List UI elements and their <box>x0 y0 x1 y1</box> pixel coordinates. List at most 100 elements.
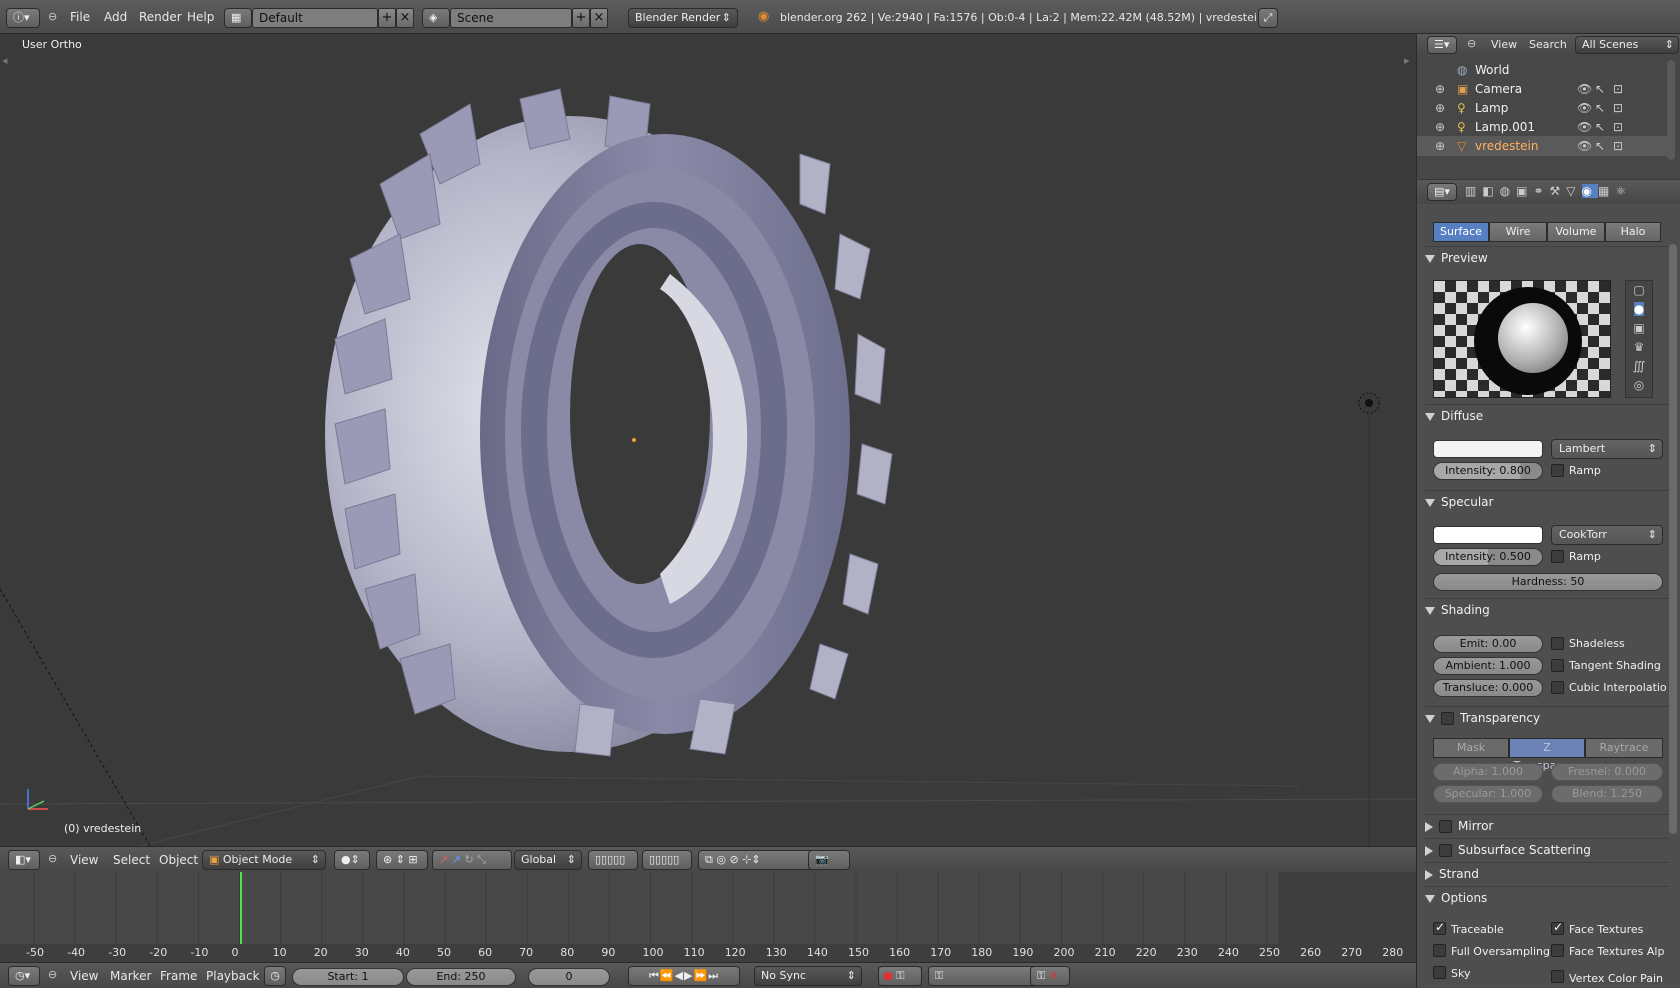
3d-viewport[interactable]: User Ortho (0) vredestein ◂ ▸ <box>0 34 1416 846</box>
transparency-specular-field[interactable]: Specular: 1.000 <box>1433 785 1543 803</box>
manipulator-buttons[interactable]: ↗ ↗ ↻ ⤡ <box>432 850 512 870</box>
menu-view[interactable]: View <box>70 853 98 867</box>
panel-mirror-header[interactable]: Mirror <box>1425 814 1669 836</box>
menu-select[interactable]: Select <box>113 853 150 867</box>
panel-strand-header[interactable]: Strand <box>1425 862 1669 884</box>
fullscreen-icon[interactable]: ⤢ <box>1258 8 1278 28</box>
visibility-eye-icon[interactable]: 👁 <box>1577 79 1592 99</box>
tab-halo[interactable]: Halo <box>1605 222 1661 242</box>
outliner-item-camera[interactable]: ⊕ ▣ Camera 👁 ↖ ⊡ <box>1417 79 1667 99</box>
traceable-checkbox[interactable] <box>1433 920 1446 935</box>
sky-checkbox[interactable] <box>1433 966 1446 979</box>
add-layout-button[interactable]: + <box>378 8 396 28</box>
emit-field[interactable]: Emit: 0.00 <box>1433 635 1543 653</box>
record-button[interactable]: ● ⚿ <box>878 966 922 986</box>
translucency-field[interactable]: Transluce: 0.000 <box>1433 679 1543 697</box>
visibility-eye-icon[interactable]: 👁 <box>1577 136 1592 156</box>
tab-volume[interactable]: Volume <box>1547 222 1605 242</box>
render-engine-select[interactable]: Blender Render ⇕ <box>628 8 738 28</box>
transparency-checkbox[interactable] <box>1441 712 1454 725</box>
ambient-field[interactable]: Ambient: 1.000 <box>1433 657 1543 675</box>
collapse-menu-icon[interactable]: ⊖ <box>48 10 57 23</box>
keying-buttons[interactable]: ⚿ ✕ <box>1030 966 1070 986</box>
menu-render[interactable]: Render <box>139 10 182 24</box>
panel-options-header[interactable]: Options <box>1425 886 1669 908</box>
display-mode-select[interactable]: All Scenes ⇕ <box>1575 36 1679 54</box>
menu-object[interactable]: Object <box>159 853 198 867</box>
alpha-field[interactable]: Alpha: 1.000 <box>1433 763 1543 781</box>
diffuse-shader-select[interactable]: Lambert ⇕ <box>1551 439 1663 459</box>
transparency-mode-z[interactable]: Z Transparenc <box>1509 738 1585 772</box>
orientation-select[interactable]: Global ⇕ <box>514 850 582 870</box>
collapse-menu-icon[interactable]: ⊖ <box>48 852 57 865</box>
toolshelf-toggle-icon[interactable]: ◂ <box>2 54 8 67</box>
mode-select[interactable]: ▣ Object Mode ⇕ <box>202 850 326 870</box>
end-frame-field[interactable]: End: 250 <box>406 968 516 986</box>
tab-surface[interactable]: Surface <box>1433 222 1489 242</box>
pivot-select[interactable]: ⊛ ⇕ ⊞ <box>376 850 428 870</box>
editor-type-outliner-button[interactable]: ☰▾ <box>1427 36 1457 54</box>
current-frame-field[interactable]: 0 <box>528 968 610 986</box>
timeline-editor[interactable]: -50 -40 -30 -20 -10 0 10 20 30 40 50 60 70 80 90 100 110… <box>0 872 1416 962</box>
sss-checkbox[interactable] <box>1439 844 1452 857</box>
outliner-item-vredestein[interactable]: ⊕ ▽ vredestein 👁 ↖ ⊡ <box>1417 136 1667 156</box>
specular-ramp-checkbox[interactable] <box>1551 550 1564 563</box>
sync-select[interactable]: No Sync ⇕ <box>754 966 862 986</box>
tangent-shading-checkbox[interactable] <box>1551 659 1564 672</box>
shadeless-checkbox[interactable] <box>1551 637 1564 650</box>
tyre-model[interactable] <box>325 88 893 757</box>
specular-shader-select[interactable]: CookTorr ⇕ <box>1551 525 1663 545</box>
specular-intensity-slider[interactable]: Intensity: 0.500 <box>1433 548 1543 566</box>
face-textures-alpha-checkbox[interactable] <box>1551 944 1564 957</box>
context-tabs[interactable]: ▥◧◍▣⚭⚒▽◉▦⚛ <box>1465 184 1679 200</box>
panel-transparency-header[interactable]: Transparency <box>1425 706 1669 728</box>
screen-layout-field[interactable]: Default <box>252 8 378 28</box>
editor-type-button[interactable]: ⓘ▾ <box>6 8 40 28</box>
visibility-eye-icon[interactable]: 👁 <box>1577 117 1592 137</box>
panel-specular-header[interactable]: Specular <box>1425 490 1669 512</box>
menu-frame[interactable]: Frame <box>160 969 197 983</box>
editor-type-3d-button[interactable]: ◧▾ <box>8 850 40 870</box>
screen-layout-icon[interactable]: ▦ <box>224 8 252 28</box>
scene-icon[interactable]: ◈ <box>422 8 450 28</box>
menu-file[interactable]: File <box>70 10 90 24</box>
layers-block-1[interactable]: ▯▯▯▯▯ <box>588 850 638 870</box>
collapse-menu-icon[interactable]: ⊖ <box>1467 37 1476 50</box>
mirror-checkbox[interactable] <box>1439 820 1452 833</box>
collapse-menu-icon[interactable]: ⊖ <box>48 968 57 981</box>
outliner-scrollbar[interactable] <box>1667 60 1675 160</box>
editor-type-properties-button[interactable]: ▤▾ <box>1427 183 1457 201</box>
transparency-mode-raytrace[interactable]: Raytrace <box>1585 738 1663 758</box>
snap-tools[interactable]: ⧉ ◎ ⊘ ⊹⇕ <box>698 850 818 870</box>
menu-search[interactable]: Search <box>1529 38 1567 51</box>
menu-marker[interactable]: Marker <box>110 969 151 983</box>
tab-wire[interactable]: Wire <box>1489 222 1547 242</box>
vertex-color-paint-checkbox[interactable] <box>1551 970 1564 983</box>
diffuse-intensity-slider[interactable]: Intensity: 0.800 <box>1433 462 1543 480</box>
panel-diffuse-header[interactable]: Diffuse <box>1425 404 1669 426</box>
outliner-item-lamp-001[interactable]: ⊕ ♀ Lamp.001 👁 ↖ ⊡ <box>1417 117 1667 137</box>
preview-type-buttons[interactable]: ▢ ● ▣ ♛ ∭ ◎ <box>1625 280 1653 398</box>
layers-block-2[interactable]: ▯▯▯▯▯ <box>642 850 692 870</box>
outliner-item-world[interactable]: ◍ World <box>1417 60 1667 80</box>
diffuse-ramp-checkbox[interactable] <box>1551 464 1564 477</box>
lamp-object-icon[interactable] <box>1358 392 1380 846</box>
face-textures-checkbox[interactable] <box>1551 920 1564 935</box>
menu-help[interactable]: Help <box>187 10 214 24</box>
cubic-interpolation-checkbox[interactable] <box>1551 681 1564 694</box>
scene-field[interactable]: Scene <box>450 8 572 28</box>
panel-shading-header[interactable]: Shading <box>1425 598 1669 620</box>
properties-scrollbar[interactable] <box>1669 244 1677 834</box>
menu-add[interactable]: Add <box>104 10 127 24</box>
add-scene-button[interactable]: + <box>572 8 590 28</box>
render-opengl-icon[interactable]: 📷 <box>808 850 850 870</box>
remove-layout-button[interactable]: × <box>396 8 414 28</box>
panel-sss-header[interactable]: Subsurface Scattering <box>1425 838 1669 860</box>
specular-color-swatch[interactable] <box>1433 526 1543 544</box>
fresnel-field[interactable]: Fresnel: 0.000 <box>1551 763 1663 781</box>
remove-scene-button[interactable]: × <box>590 8 608 28</box>
visibility-eye-icon[interactable]: 👁 <box>1577 98 1592 118</box>
editor-type-timeline-button[interactable]: ◷▾ <box>8 966 40 986</box>
diffuse-color-swatch[interactable] <box>1433 440 1543 458</box>
use-preview-range-icon[interactable]: ◷ <box>264 966 286 986</box>
